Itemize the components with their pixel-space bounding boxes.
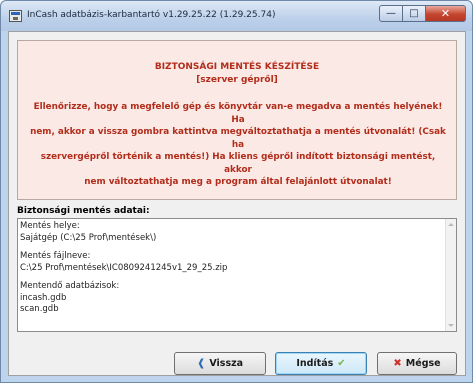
checkmark-arrow-icon: ✔ — [337, 358, 346, 369]
location-label: Mentés helye: — [20, 221, 80, 231]
maximize-icon: □ — [409, 8, 419, 19]
warning-panel: BIZTONSÁGI MENTÉS KÉSZÍTÉSE [szerver gép… — [17, 40, 457, 200]
location-value: Sajátgép (C:\25 Prof\mentések\) — [20, 232, 157, 243]
back-button[interactable]: ❰ Vissza — [174, 352, 266, 375]
main-window: InCash adatbázis-karbantartó v1.29.25.22… — [0, 0, 473, 383]
cancel-button[interactable]: ✖ Mégse — [377, 352, 457, 375]
minimize-button[interactable]: — — [379, 5, 403, 22]
filename-value: C:\25 Prof\mentések\IC0809241245v1_29_25… — [20, 262, 228, 273]
title-bar[interactable]: InCash adatbázis-karbantartó v1.29.25.22… — [1, 1, 472, 31]
close-icon: ✕ — [440, 7, 451, 20]
maximize-button[interactable]: □ — [403, 5, 426, 22]
vertical-scrollbar[interactable] — [445, 219, 456, 331]
warning-line: Ellenőrizze, hogy a megfelelő gép és kön… — [33, 102, 443, 125]
database-item: scan.gdb — [20, 304, 59, 314]
database-item: incash.gdb — [20, 292, 67, 303]
warning-text: Ellenőrizze, hogy a megfelelő gép és kön… — [28, 101, 448, 189]
backup-data-text: Mentés helye: Sajátgép (C:\25 Prof\menté… — [20, 221, 227, 316]
start-button-label: Indítás — [296, 358, 334, 369]
scroll-up-icon[interactable] — [448, 223, 454, 226]
backup-data-header: Biztonsági mentés adatai: — [17, 206, 150, 216]
x-icon: ✖ — [393, 358, 402, 369]
arrow-left-icon: ❰ — [196, 358, 206, 369]
close-button[interactable]: ✕ — [426, 5, 466, 22]
app-icon — [9, 10, 22, 22]
scroll-down-icon[interactable] — [448, 324, 454, 327]
dialog-body: BIZTONSÁGI MENTÉS KÉSZÍTÉSE [szerver gép… — [8, 31, 466, 376]
minimize-icon: — — [386, 8, 396, 19]
start-button[interactable]: Indítás ✔ — [275, 352, 367, 375]
warning-line: nem változtathatja meg a program által f… — [84, 177, 392, 187]
backup-data-box[interactable]: Mentés helye: Sajátgép (C:\25 Prof\menté… — [17, 218, 457, 332]
window-controls: — □ ✕ — [379, 5, 466, 23]
back-button-label: Vissza — [209, 358, 244, 369]
warning-title: BIZTONSÁGI MENTÉS KÉSZÍTÉSE — [154, 62, 320, 72]
warning-subtitle: [szerver gépről] — [196, 75, 278, 85]
warning-line: nem, akkor a vissza gombra kattintva meg… — [30, 127, 446, 150]
window-title: InCash adatbázis-karbantartó v1.29.25.22… — [27, 10, 276, 20]
filename-label: Mentés fájlneve: — [20, 251, 91, 261]
databases-label: Mentendő adatbázisok: — [20, 281, 120, 291]
cancel-button-label: Mégse — [405, 358, 441, 369]
warning-line: szervergépről történik a mentés!) Ha kli… — [40, 152, 436, 175]
